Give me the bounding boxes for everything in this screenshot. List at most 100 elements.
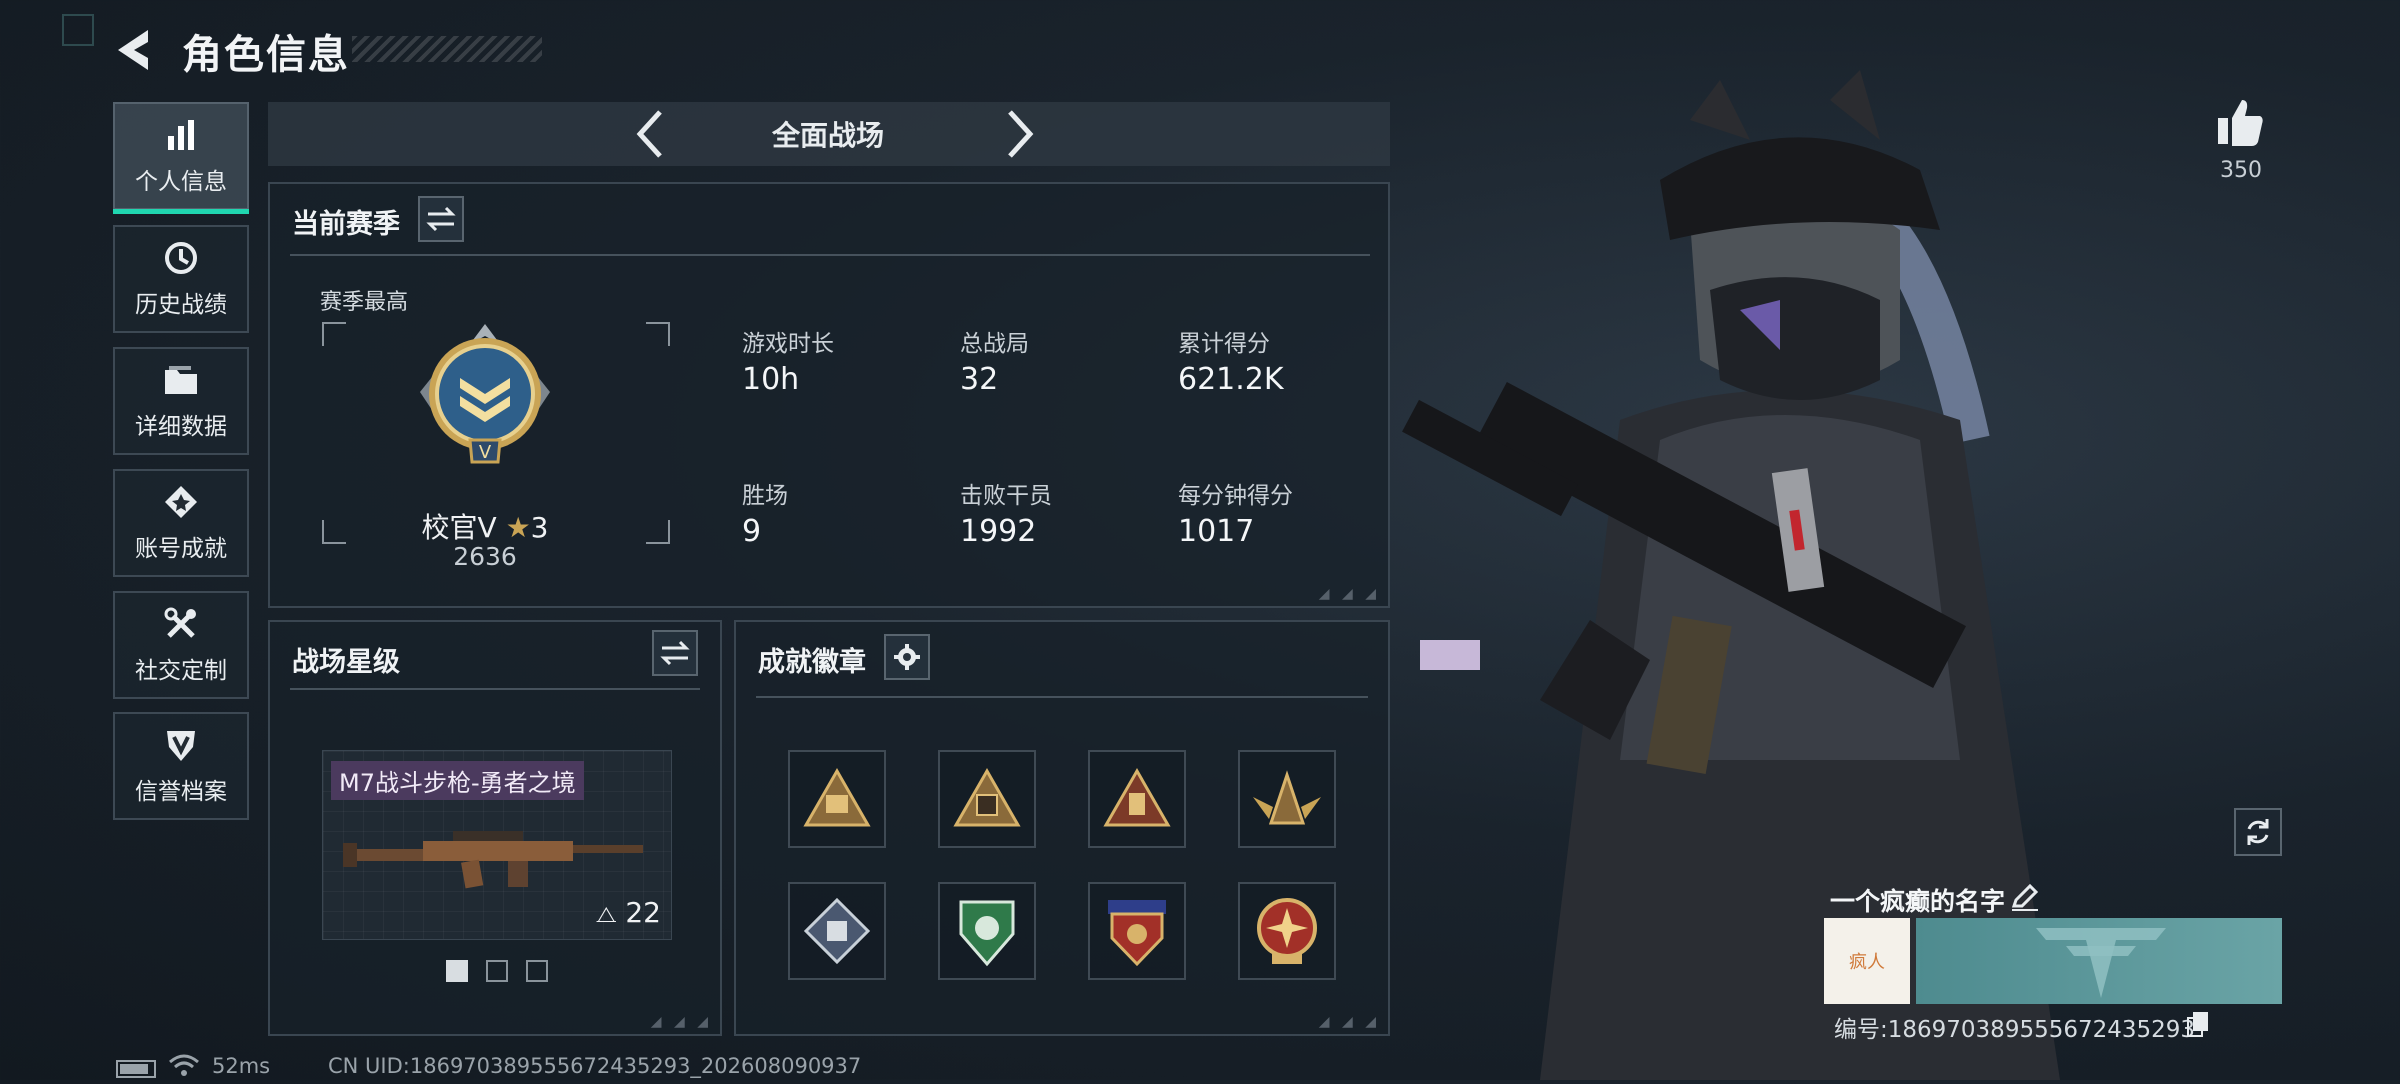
back-button[interactable] [112,24,160,76]
refresh-icon [2247,819,2269,845]
wifi-icon [168,1054,200,1082]
signature-avatar[interactable]: 疯人 [1824,918,1910,1004]
player-name: 一个疯癫的名字 [1830,887,2006,916]
achievement-icon [159,483,203,521]
sidebar-item-history[interactable]: 历史战绩 [113,225,249,333]
like-button[interactable] [2214,96,2268,150]
season-divider [290,254,1370,256]
triangle-sb-badge-icon[interactable] [938,750,1036,848]
copy-id-button[interactable] [2186,1010,2210,1038]
sidebar-item-detail-data[interactable]: 详细数据 [113,347,249,455]
next-mode-button[interactable] [994,108,1044,160]
sidebar-item-label: 详细数据 [135,414,227,440]
page-dot-active[interactable] [446,960,468,982]
rank-score: 2636 [453,542,517,571]
rank-stars: 3 [530,511,549,544]
sidebar-item-label: 账号成就 [135,536,227,562]
star-level-divider [290,688,700,690]
stat-label: 每分钟得分 [1178,483,1293,509]
signature-text: 疯人 [1849,952,1885,973]
bar-chart-icon [159,116,203,154]
achievements-divider [756,696,1368,698]
sidebar-item-credit[interactable]: 信誉档案 [113,712,249,820]
gear-icon [894,644,920,670]
stat-value: 1017 [1178,514,1255,549]
achievements-title: 成就徽章 [758,647,866,678]
prev-mode-button[interactable] [626,108,676,160]
star-icon: ★ [505,511,531,544]
rank-name: 校官V [421,511,497,544]
stat-label: 胜场 [742,483,788,509]
star-level-panel: 战场星级 M7战斗步枪-勇者之境 ⧍ 22 ◢ ◢ ◢ [268,620,722,1036]
swap-icon [426,206,456,232]
stat-value: 10h [742,362,800,397]
achievements-panel: 成就徽章 ◢ ◢ ◢ [734,620,1390,1036]
stat-label: 游戏时长 [742,331,834,357]
chevron-left-icon [636,110,662,158]
ping-value: 52ms [212,1054,271,1078]
stat-value: 1992 [960,514,1037,549]
like-count: 350 [2220,158,2262,183]
svg-text:V: V [479,442,492,463]
weapon-card[interactable]: M7战斗步枪-勇者之境 ⧍ 22 [322,750,672,940]
star-level-title: 战场星级 [292,647,400,678]
season-switch-button[interactable] [418,196,464,242]
star-level-switch-button[interactable] [652,630,698,676]
diamond-silver-badge-icon[interactable] [788,882,886,980]
frame-corner [322,520,346,544]
frame-corner [322,322,346,346]
sidebar-item-label: 社交定制 [135,658,227,684]
stat-label: 累计得分 [1178,331,1270,357]
panel-corner-decoration: ◢ ◢ ◢ [650,1014,712,1030]
red-stars-badge-icon[interactable] [1088,882,1186,980]
weapon-level-row: ⧍ 22 [596,896,661,929]
credit-shield-icon [159,726,203,764]
page-title: 角色信息 [182,32,350,78]
sidebar-item-label: 个人信息 [135,169,227,195]
triangle-bronze-badge-icon[interactable] [788,750,886,848]
name-card-banner[interactable] [1916,918,2282,1004]
sidebar-item-label: 信誉档案 [135,779,227,805]
sidebar-item-label: 历史战绩 [135,292,227,318]
title-decoration [352,36,542,62]
frame-corner [646,520,670,544]
page-dot[interactable] [526,960,548,982]
green-shield-badge-icon[interactable] [938,882,1036,980]
tools-icon [159,605,203,643]
mode-selector: 全面战场 [268,102,1390,166]
stat-value: 9 [742,514,762,549]
season-title: 当前赛季 [292,209,400,240]
bronze-wings-badge-icon[interactable] [1238,750,1336,848]
stat-value: 621.2K [1178,362,1284,397]
frame-corner [646,322,670,346]
red-cross-medal-badge-icon[interactable] [1238,882,1336,980]
edit-name-button[interactable] [2010,882,2040,912]
mode-label: 全面战场 [771,119,884,152]
rotate-view-button[interactable] [2234,808,2282,856]
weapon-level: 22 [625,896,661,929]
folder-icon [159,361,203,399]
faction-logo-icon [2036,928,2166,998]
uid-text: CN UID:1869703895556724352​93_2026080909… [328,1054,862,1078]
rifle-icon [343,813,653,897]
triangle-box-badge-icon[interactable] [1088,750,1186,848]
season-panel: 当前赛季 赛季最高 V 校官V ★3 2636 游戏时长 10h 总战局 32 … [268,182,1390,608]
chevron-right-icon [1008,110,1034,158]
stat-value: 32 [960,362,999,397]
swap-icon [660,640,690,666]
achievements-settings-button[interactable] [884,634,930,680]
sidebar-item-achievements[interactable]: 账号成就 [113,469,249,577]
sidebar-item-personal-info[interactable]: 个人信息 [113,102,249,214]
thumbs-up-icon [2218,100,2263,146]
battery-icon [116,1060,156,1078]
player-id: 编号:1869703895556724352​93 [1834,1017,2196,1043]
rank-emblem-icon: V [410,322,560,472]
back-arrow-icon [118,30,148,70]
stat-label: 击败干员 [960,483,1052,509]
weapon-name: M7战斗步枪-勇者之境 [331,761,584,800]
pencil-icon [2011,883,2039,911]
page-dot[interactable] [486,960,508,982]
star-level-icon: ⧍ [595,903,617,928]
sidebar-item-social[interactable]: 社交定制 [113,591,249,699]
rank-name-row: 校官V ★3 [370,506,600,546]
